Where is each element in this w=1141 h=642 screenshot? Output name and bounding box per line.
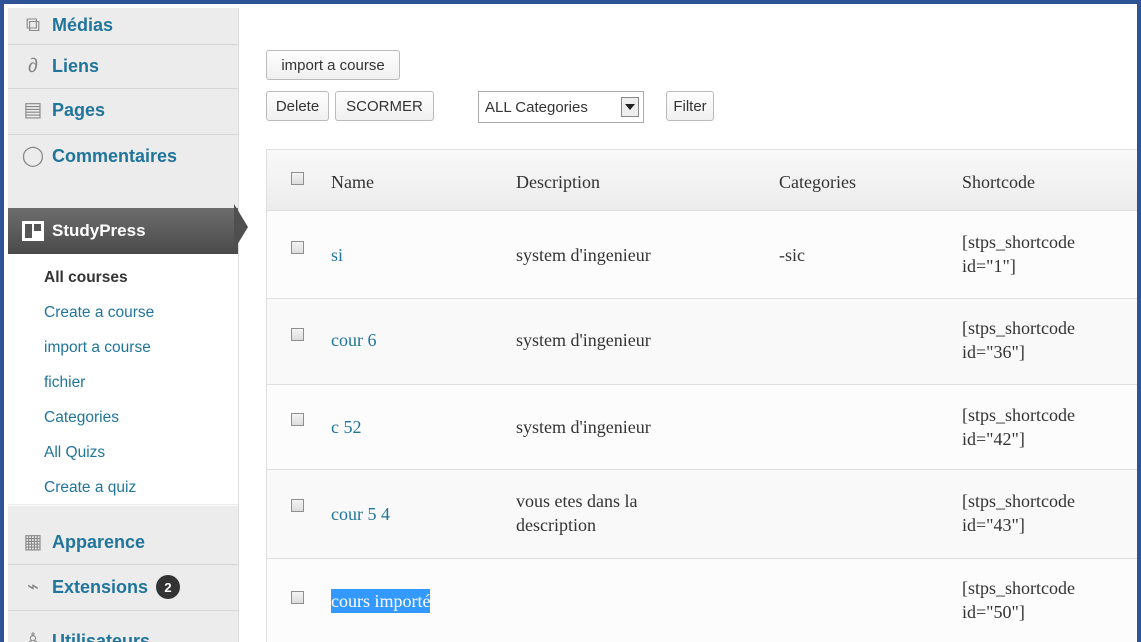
screenshot-frame: ⧉ Médias ∂ Liens ▤ Pages ◯ Commentaires … xyxy=(0,0,1141,642)
media-icon: ⧉ xyxy=(25,14,41,36)
table-row: cour 6 system d'ingenieur [stps_shortcod… xyxy=(267,299,1137,385)
links-icon: ∂ xyxy=(28,55,38,77)
menu-item-commentaires[interactable]: ◯ Commentaires xyxy=(20,135,238,177)
delete-button[interactable]: Delete xyxy=(266,91,329,121)
row-checkbox[interactable] xyxy=(291,328,304,341)
update-count-badge: 2 xyxy=(156,575,181,599)
submenu-all-quizs[interactable]: All Quizs xyxy=(44,444,105,462)
menu-item-medias[interactable]: ⧉ Médias xyxy=(20,8,238,46)
course-shortcode: id="36"] xyxy=(962,342,1025,362)
menu-separator xyxy=(8,564,238,565)
chevron-down-icon[interactable] xyxy=(621,97,639,117)
filter-button[interactable]: Filter xyxy=(666,91,714,121)
menu-item-label: Médias xyxy=(52,14,114,35)
select-all-checkbox[interactable] xyxy=(291,172,304,185)
menu-item-pages[interactable]: ▤ Pages xyxy=(20,89,238,131)
menu-item-apparence[interactable]: ▦ Apparence xyxy=(20,521,238,563)
menu-item-label: Pages xyxy=(52,99,106,120)
row-checkbox[interactable] xyxy=(291,413,304,426)
course-description: system d'ingenieur xyxy=(516,417,651,437)
table-header-row: Name Description Categories Shortcode xyxy=(267,150,1137,211)
column-header-name[interactable]: Name xyxy=(331,170,374,194)
menu-separator xyxy=(8,505,238,506)
table-row: c 52 system d'ingenieur [stps_shortcode … xyxy=(267,385,1137,470)
course-shortcode: [stps_shortcode xyxy=(962,405,1075,425)
submenu-all-courses[interactable]: All courses xyxy=(44,269,128,287)
menu-item-label: StudyPress xyxy=(52,221,146,240)
submenu-create-quiz[interactable]: Create a quiz xyxy=(44,479,136,497)
courses-table: Name Description Categories Shortcode si… xyxy=(266,149,1137,642)
course-shortcode: [stps_shortcode xyxy=(962,232,1075,252)
course-shortcode: [stps_shortcode xyxy=(962,318,1075,338)
menu-item-label: Extensions xyxy=(52,576,149,597)
course-shortcode: [stps_shortcode xyxy=(962,491,1075,511)
menu-item-label: Liens xyxy=(52,55,100,76)
users-icon: ♙ xyxy=(24,630,42,642)
submenu-create-course[interactable]: Create a course xyxy=(44,304,154,322)
scormer-button[interactable]: SCORMER xyxy=(335,91,434,121)
course-description: vous etes dans la xyxy=(516,491,638,511)
submenu-import-course[interactable]: import a course xyxy=(44,339,151,357)
studypress-submenu: All courses Create a course import a cou… xyxy=(8,254,238,504)
menu-item-studypress[interactable]: StudyPress xyxy=(8,208,238,254)
plugins-icon: ⌁ xyxy=(26,576,40,598)
course-shortcode: id="1"] xyxy=(962,256,1016,276)
pages-icon: ▤ xyxy=(23,99,43,121)
course-name-link[interactable]: cours importé xyxy=(331,589,431,613)
submenu-fichier[interactable]: fichier xyxy=(44,374,85,392)
course-name-link[interactable]: si xyxy=(331,243,343,267)
menu-item-label: Apparence xyxy=(52,531,146,552)
category-select[interactable]: ALL Categories xyxy=(478,91,644,123)
column-header-categories: Categories xyxy=(779,172,856,192)
row-checkbox[interactable] xyxy=(291,499,304,512)
row-checkbox[interactable] xyxy=(291,241,304,254)
import-course-button[interactable]: import a course xyxy=(266,50,400,80)
menu-item-label: Utilisateurs xyxy=(52,630,151,642)
category-select-value: ALL Categories xyxy=(485,98,588,116)
menu-item-utilisateurs[interactable]: ♙ Utilisateurs xyxy=(20,620,238,642)
table-row: si system d'ingenieur -sic [stps_shortco… xyxy=(267,211,1137,299)
comments-icon: ◯ xyxy=(21,145,45,167)
course-shortcode: id="42"] xyxy=(962,429,1025,449)
admin-sidebar: ⧉ Médias ∂ Liens ▤ Pages ◯ Commentaires … xyxy=(8,8,239,642)
submenu-categories[interactable]: Categories xyxy=(44,409,119,427)
course-description: description xyxy=(516,515,596,535)
menu-separator xyxy=(8,610,238,611)
course-categories: -sic xyxy=(779,245,805,265)
menu-item-label: Commentaires xyxy=(52,145,178,166)
column-header-description: Description xyxy=(516,172,600,192)
column-header-shortcode: Shortcode xyxy=(962,172,1035,192)
course-description: system d'ingenieur xyxy=(516,245,651,265)
course-shortcode: id="50"] xyxy=(962,602,1025,622)
course-shortcode: [stps_shortcode xyxy=(962,578,1075,598)
course-shortcode: id="43"] xyxy=(962,515,1025,535)
studypress-icon xyxy=(22,221,44,241)
course-name-link[interactable]: cour 6 xyxy=(331,328,376,352)
course-description: system d'ingenieur xyxy=(516,330,651,350)
table-row: cour 5 4 vous etes dans la description [… xyxy=(267,470,1137,559)
active-menu-arrow xyxy=(234,204,248,250)
menu-item-liens[interactable]: ∂ Liens xyxy=(20,45,238,87)
menu-item-extensions[interactable]: ⌁ Extensions 2 xyxy=(20,566,238,608)
table-row: cours importé [stps_shortcode id="50"] xyxy=(267,559,1137,642)
course-name-link[interactable]: c 52 xyxy=(331,415,362,439)
row-checkbox[interactable] xyxy=(291,591,304,604)
appearance-icon: ▦ xyxy=(23,531,43,553)
course-name-link[interactable]: cour 5 4 xyxy=(331,502,390,526)
